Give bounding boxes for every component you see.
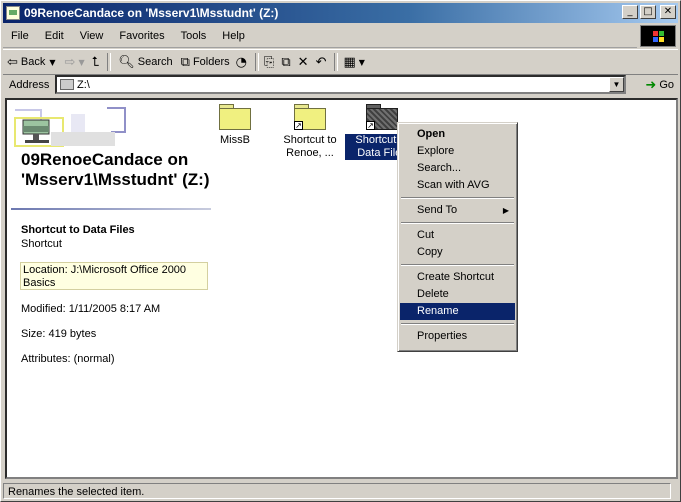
history-button[interactable]: ◔ [234,51,252,73]
menu-item-search[interactable]: Search... [400,160,515,177]
delete-button[interactable]: ✕ [296,51,314,73]
drive-title: 09RenoeCandace on 'Msserv1\Msstudnt' (Z:… [21,150,210,189]
menu-item-open[interactable]: Open [400,126,515,143]
menu-item-create-shortcut[interactable]: Create Shortcut [400,269,515,286]
context-menu: Open Explore Search... Scan with AVG Sen… [397,122,518,352]
standard-toolbar: ⇦ Back ▼ ⇨ ▼ ⮤ 🔍︎ Search ⧉ Folders ◔ ⎘ ⧉ [3,49,678,75]
menu-edit[interactable]: Edit [37,30,72,42]
submenu-arrow-icon: ▶ [502,206,509,215]
up-folder-icon: ⮤ [91,54,100,70]
close-button[interactable]: ✕ [660,5,676,19]
network-drive-banner-icon [11,104,129,156]
menu-item-send-to[interactable]: Send To ▶ [400,202,515,219]
menu-item-properties[interactable]: Properties [400,328,515,345]
toolbar-separator [107,53,112,71]
title-bar[interactable]: 09RenoeCandace on 'Msserv1\Msstudnt' (Z:… [3,3,678,23]
copy-to-icon: ⧉ [281,54,291,70]
up-folder-button[interactable]: ⮤ [90,51,105,73]
search-label: Search [137,56,173,68]
go-label: Go [659,79,674,91]
menu-separator [401,323,514,325]
menu-file[interactable]: File [3,30,37,42]
menu-separator [401,264,514,266]
address-input[interactable]: Z:\ ▼ [55,75,626,94]
shortcut-arrow-icon: ↗ [294,121,303,130]
forward-arrow-icon: ⇨ [64,54,76,70]
menu-item-scan-avg[interactable]: Scan with AVG [400,177,515,194]
menu-item-rename[interactable]: Rename [400,303,515,320]
menu-separator [401,197,514,199]
selected-item-size: Size: 419 bytes [21,328,97,340]
menu-item-copy[interactable]: Copy [400,244,515,261]
menu-item-delete[interactable]: Delete [400,286,515,303]
toolbar-separator [334,53,339,71]
menu-tools[interactable]: Tools [173,30,215,42]
divider [11,208,211,210]
file-item-missb[interactable]: MissB [198,104,272,147]
selected-item-name: Shortcut to Data Files [21,224,135,236]
menu-bar: File Edit View Favorites Tools Help [3,25,637,48]
back-button[interactable]: ⇦ Back ▼ [3,51,63,73]
explorer-window: 09RenoeCandace on 'Msserv1\Msstudnt' (Z:… [0,0,681,502]
selected-item-modified: Modified: 1/11/2005 8:17 AM [21,303,161,315]
folders-icon: ⧉ [180,54,190,70]
folder-icon [219,104,251,130]
menu-view[interactable]: View [72,30,112,42]
windows-logo-icon [640,25,676,47]
back-arrow-icon: ⇦ [7,54,18,70]
shortcut-folder-icon: ↗ [366,104,398,130]
selected-item-location: Location: J:\Microsoft Office 2000 Basic… [20,262,208,290]
window-title: 09RenoeCandace on 'Msserv1\Msstudnt' (Z:… [24,6,279,20]
delete-x-icon: ✕ [297,54,309,70]
back-label: Back [20,56,46,68]
file-label: Shortcut to Renoe, ... [283,134,337,159]
search-icon: 🔍︎ [118,54,135,70]
shortcut-arrow-icon: ↗ [366,121,375,130]
address-bar: Address Z:\ ▼ ➜ Go [3,74,678,96]
folders-button[interactable]: ⧉ Folders [177,51,234,73]
file-label: MissB [220,134,250,146]
minimize-button[interactable]: _ [622,5,638,19]
undo-icon: ↶ [315,54,327,70]
move-to-icon: ⎘ [263,54,275,70]
search-button[interactable]: 🔍︎ Search [114,51,176,73]
go-button[interactable]: ➜ Go [645,75,674,95]
folder-view[interactable]: 09RenoeCandace on 'Msserv1\Msstudnt' (Z:… [5,98,678,479]
views-icon: ▦ [343,54,356,70]
drive-icon [6,6,20,20]
address-value: Z:\ [77,78,90,91]
copy-to-button[interactable]: ⧉ [279,51,295,73]
address-label: Address [9,79,50,91]
status-text: Renames the selected item. [3,482,671,499]
selected-item-attributes: Attributes: (normal) [21,353,115,365]
forward-button[interactable]: ⇨ ▼ [63,51,90,73]
address-dropdown-button[interactable]: ▼ [609,77,624,92]
undo-button[interactable]: ↶ [314,51,332,73]
shortcut-folder-icon: ↗ [294,104,326,130]
go-arrow-icon: ➜ [645,77,657,93]
chevron-down-icon: ▼ [358,57,365,67]
menu-separator [401,222,514,224]
selected-item-type: Shortcut [21,238,62,250]
move-to-button[interactable]: ⎘ [262,51,279,73]
network-drive-icon [60,79,74,90]
menu-item-explore[interactable]: Explore [400,143,515,160]
folders-label: Folders [192,56,230,68]
maximize-button[interactable]: □ [640,5,656,19]
history-icon: ◔ [235,54,247,70]
send-to-label: Send To [417,204,458,216]
chevron-down-icon: ▼ [78,57,85,67]
status-bar: Renames the selected item. [3,481,678,500]
chevron-down-icon: ▼ [49,57,56,67]
views-button[interactable]: ▦ ▼ [341,51,369,73]
menu-help[interactable]: Help [214,30,253,42]
menu-item-cut[interactable]: Cut [400,227,515,244]
toolbar-separator [254,53,259,71]
menu-favorites[interactable]: Favorites [111,30,172,42]
file-item-shortcut-renoe[interactable]: ↗ Shortcut to Renoe, ... [271,104,349,160]
